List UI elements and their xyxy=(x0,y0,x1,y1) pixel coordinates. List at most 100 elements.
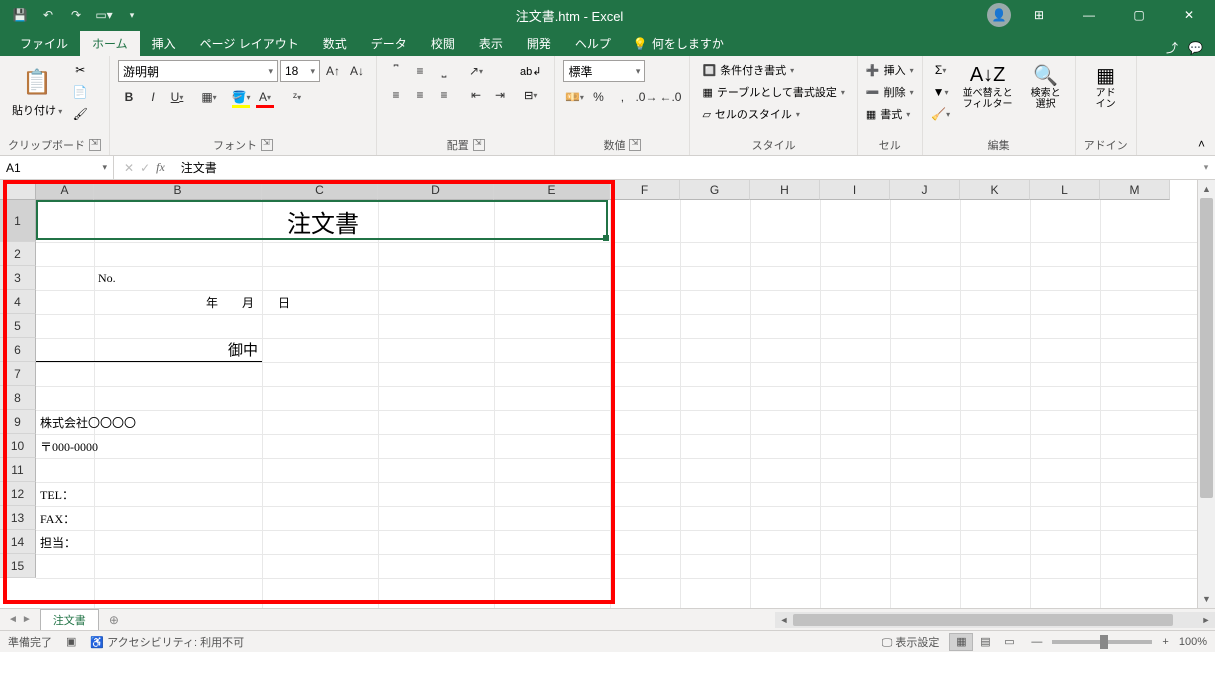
align-middle-icon[interactable]: ≡ xyxy=(409,60,431,82)
format-as-table-button[interactable]: ▦テーブルとして書式設定 xyxy=(698,82,848,102)
number-format-select[interactable]: 標準▾ xyxy=(563,60,645,82)
cancel-formula-icon[interactable]: ✕ xyxy=(124,161,134,175)
align-center-icon[interactable]: ≡ xyxy=(409,84,431,106)
decrease-indent-icon[interactable]: ⇤ xyxy=(465,84,487,106)
col-header-d[interactable]: D xyxy=(378,180,494,200)
format-painter-icon[interactable]: 🖌 xyxy=(70,104,90,124)
zoom-in-icon[interactable]: + xyxy=(1162,636,1168,648)
view-pagelayout-icon[interactable]: ▤ xyxy=(973,633,997,651)
cell-a14-tanto[interactable]: 担当： xyxy=(36,530,136,554)
sort-filter-button[interactable]: A↓Z 並べ替えと フィルター xyxy=(957,60,1019,112)
row-header-14[interactable]: 14 xyxy=(0,530,36,554)
number-dialog-launcher[interactable] xyxy=(629,139,641,151)
expand-formula-bar-icon[interactable]: ▾ xyxy=(1197,156,1215,179)
tab-view[interactable]: 表示 xyxy=(467,31,515,56)
row-header-1[interactable]: 1 xyxy=(0,200,36,242)
redo-icon[interactable]: ↷ xyxy=(64,3,88,27)
find-select-button[interactable]: 🔍 検索と 選択 xyxy=(1025,60,1067,112)
row-header-12[interactable]: 12 xyxy=(0,482,36,506)
row-header-11[interactable]: 11 xyxy=(0,458,36,482)
row-header-4[interactable]: 4 xyxy=(0,290,36,314)
sheet-tab-active[interactable]: 注文書 xyxy=(40,609,99,630)
scroll-down-icon[interactable]: ▼ xyxy=(1198,590,1215,608)
hscroll-right-icon[interactable]: ► xyxy=(1197,615,1215,625)
hscroll-left-icon[interactable]: ◄ xyxy=(775,615,793,625)
row-header-10[interactable]: 10 xyxy=(0,434,36,458)
vertical-scrollbar[interactable]: ▲ ▼ xyxy=(1197,180,1215,608)
minimize-icon[interactable]: — xyxy=(1067,0,1111,30)
vscroll-thumb[interactable] xyxy=(1200,198,1213,498)
cell-b3-no[interactable]: No. xyxy=(94,266,154,290)
align-right-icon[interactable]: ≡ xyxy=(433,84,455,106)
col-header-i[interactable]: I xyxy=(820,180,890,200)
zoom-level[interactable]: 100% xyxy=(1179,636,1207,648)
close-icon[interactable]: ✕ xyxy=(1167,0,1211,30)
fill-handle[interactable] xyxy=(603,235,609,241)
hscroll-thumb[interactable] xyxy=(793,614,1173,626)
col-header-h[interactable]: H xyxy=(750,180,820,200)
tab-data[interactable]: データ xyxy=(359,31,419,56)
borders-icon[interactable]: ▦ xyxy=(198,86,220,108)
insert-cells-button[interactable]: ➕挿入 xyxy=(866,60,914,80)
italic-button[interactable]: I xyxy=(142,86,164,108)
fill-icon[interactable]: ▼ xyxy=(931,82,951,102)
touch-mode-icon[interactable]: ▭▾ xyxy=(92,3,116,27)
cell-a13-fax[interactable]: FAX： xyxy=(36,506,136,530)
accessibility-status[interactable]: ♿ アクセシビリティ: 利用不可 xyxy=(90,634,244,650)
scroll-up-icon[interactable]: ▲ xyxy=(1198,180,1215,198)
row-header-5[interactable]: 5 xyxy=(0,314,36,338)
macro-record-icon[interactable]: ▣ xyxy=(66,635,76,648)
cell-a12-tel[interactable]: TEL： xyxy=(36,482,136,506)
cell-a9-company[interactable]: 株式会社〇〇〇〇 xyxy=(36,410,236,434)
fx-icon[interactable]: fx xyxy=(156,160,165,175)
align-top-icon[interactable]: ⎴ xyxy=(385,60,407,82)
bold-button[interactable]: B xyxy=(118,86,140,108)
display-settings[interactable]: 🖵 表示設定 xyxy=(882,634,940,650)
conditional-formatting-button[interactable]: 🔲条件付き書式 xyxy=(698,60,848,80)
phonetic-icon[interactable]: ᶻ xyxy=(286,86,308,108)
row-header-2[interactable]: 2 xyxy=(0,242,36,266)
row-header-13[interactable]: 13 xyxy=(0,506,36,530)
decrease-font-icon[interactable]: A↓ xyxy=(346,60,368,82)
row-header-9[interactable]: 9 xyxy=(0,410,36,434)
font-color-icon[interactable]: A xyxy=(254,86,276,108)
zoom-handle[interactable] xyxy=(1100,635,1108,649)
enter-formula-icon[interactable]: ✓ xyxy=(140,161,150,175)
sheet-nav-prev-icon[interactable]: ◄ xyxy=(8,614,18,625)
zoom-out-icon[interactable]: — xyxy=(1031,636,1042,648)
tab-review[interactable]: 校閲 xyxy=(419,31,467,56)
tab-help[interactable]: ヘルプ xyxy=(563,31,623,56)
paste-button[interactable]: 📋 貼り付け xyxy=(8,60,66,120)
cell-styles-button[interactable]: ▱セルのスタイル xyxy=(698,104,848,124)
cell-a10-postal[interactable]: 〒000-0000 xyxy=(36,434,236,458)
horizontal-scrollbar[interactable]: ◄ ► xyxy=(775,612,1215,628)
align-left-icon[interactable]: ≡ xyxy=(385,84,407,106)
increase-font-icon[interactable]: A↑ xyxy=(322,60,344,82)
orientation-icon[interactable]: ↗ xyxy=(465,60,487,82)
cut-icon[interactable]: ✂ xyxy=(70,60,90,80)
comments-icon[interactable]: 💬 xyxy=(1188,41,1203,55)
tab-formulas[interactable]: 数式 xyxy=(311,31,359,56)
decrease-decimal-icon[interactable]: ←.0 xyxy=(659,86,681,108)
fill-color-icon[interactable]: 🪣 xyxy=(230,86,252,108)
col-header-f[interactable]: F xyxy=(610,180,680,200)
undo-icon[interactable]: ↶ xyxy=(36,3,60,27)
select-all-triangle[interactable] xyxy=(0,180,36,200)
col-header-l[interactable]: L xyxy=(1030,180,1100,200)
col-header-m[interactable]: M xyxy=(1100,180,1170,200)
col-header-k[interactable]: K xyxy=(960,180,1030,200)
merge-cells-button[interactable]: ⊟ xyxy=(515,84,546,106)
col-header-c[interactable]: C xyxy=(262,180,378,200)
autosum-icon[interactable]: Σ xyxy=(931,60,951,80)
copy-icon[interactable]: 📄 xyxy=(70,82,90,102)
sheet-nav-next-icon[interactable]: ► xyxy=(22,614,32,625)
comma-icon[interactable]: , xyxy=(611,86,633,108)
save-icon[interactable]: 💾 xyxy=(8,3,32,27)
ribbon-display-icon[interactable]: ⊞ xyxy=(1017,0,1061,30)
wrap-text-button[interactable]: ab↲ xyxy=(515,60,546,82)
qat-customize-icon[interactable]: ▾ xyxy=(120,3,144,27)
tab-insert[interactable]: 挿入 xyxy=(140,31,188,56)
cell-b4-date[interactable]: 年 月 日 xyxy=(94,290,294,314)
row-header-3[interactable]: 3 xyxy=(0,266,36,290)
clear-icon[interactable]: 🧹 xyxy=(931,104,951,124)
